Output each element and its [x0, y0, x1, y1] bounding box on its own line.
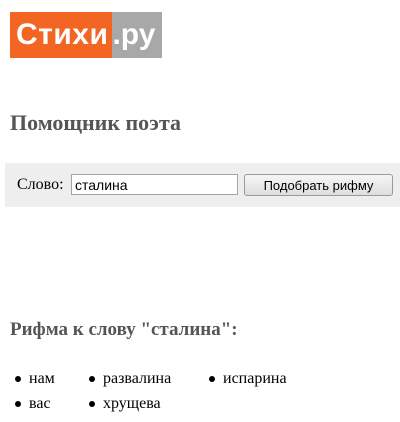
- rhyme-list-column-3: испарина: [205, 366, 287, 391]
- word-input[interactable]: [71, 174, 238, 195]
- rhyme-item[interactable]: развалина: [85, 366, 171, 391]
- rhyme-item[interactable]: вас: [11, 391, 55, 416]
- rhyme-results-heading: Рифма к слову "сталина":: [10, 319, 238, 340]
- rhyme-item[interactable]: хрущева: [85, 391, 171, 416]
- rhyme-item[interactable]: испарина: [205, 366, 287, 391]
- search-form: Слово: Подобрать рифму: [5, 163, 400, 207]
- rhyme-item[interactable]: нам: [11, 366, 55, 391]
- page-title: Помощник поэта: [10, 110, 182, 135]
- site-logo[interactable]: Стихи .ру: [10, 12, 163, 58]
- logo-tld-text: .ру: [112, 12, 163, 58]
- rhyme-list-column-2: развалина хрущева: [85, 366, 171, 416]
- find-rhyme-button[interactable]: Подобрать рифму: [244, 174, 393, 196]
- rhyme-list-column-1: нам вас: [11, 366, 55, 416]
- logo-main-text: Стихи: [10, 12, 113, 58]
- search-label: Слово:: [17, 176, 64, 193]
